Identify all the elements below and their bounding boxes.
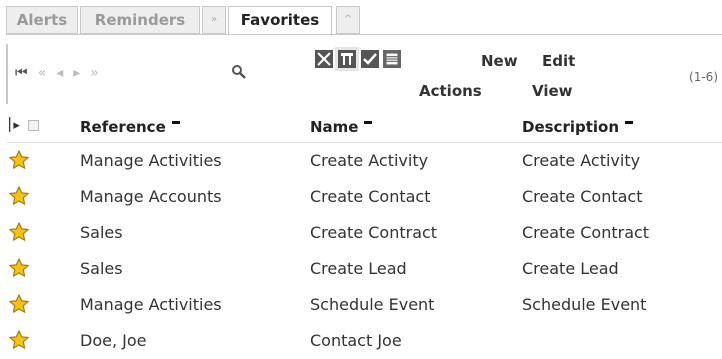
table-row[interactable]: Manage Activities Schedule Event Schedule … <box>6 287 722 323</box>
favorites-grid: ⏐▸ Reference Name Description Manage Act… <box>6 112 722 359</box>
column-header-name[interactable]: Name <box>310 118 373 136</box>
select-all-checkbox[interactable] <box>28 120 39 131</box>
column-header-reference-label: Reference <box>80 118 166 136</box>
new-actions-label-line1: New <box>481 52 518 70</box>
table-row[interactable]: Sales Create Lead Create Lead <box>6 251 722 287</box>
cell-reference[interactable]: Manage Activities <box>80 295 222 314</box>
grid-header: ⏐▸ Reference Name Description <box>6 112 722 143</box>
sort-indicator-icon <box>171 121 180 124</box>
column-header-description-label: Description <box>522 118 620 136</box>
sort-indicator-icon <box>625 121 634 124</box>
toolbar-divider <box>6 44 8 104</box>
tab-favorites[interactable]: Favorites <box>228 6 332 36</box>
previous-page-fast-icon[interactable]: « <box>38 65 48 81</box>
collapse-view-icon[interactable] <box>315 50 333 68</box>
cell-name[interactable]: Contact Joe <box>310 331 402 350</box>
favorite-star-icon[interactable] <box>8 149 30 171</box>
cell-reference[interactable]: Doe, Joe <box>80 331 146 350</box>
cell-description: Schedule Event <box>522 295 647 314</box>
column-view-icon[interactable] <box>335 47 359 71</box>
cell-name[interactable]: Schedule Event <box>310 295 434 314</box>
favorite-star-icon[interactable] <box>8 221 30 243</box>
table-row[interactable]: Sales Create Contract Create Contract <box>6 215 722 251</box>
list-view-icon[interactable] <box>383 50 401 68</box>
cell-description: Create Contact <box>522 187 643 206</box>
cell-name[interactable]: Create Lead <box>310 259 407 278</box>
favorite-star-icon[interactable] <box>8 185 30 207</box>
cell-name[interactable]: Create Contract <box>310 223 437 242</box>
grid-body: Manage Activities Create Activity Create A… <box>6 143 722 359</box>
pager: ⏮ « ◂ ▸ » <box>15 65 109 81</box>
edit-view-label-line2: View <box>532 82 573 100</box>
favorite-star-icon[interactable] <box>8 257 30 279</box>
tab-more-button[interactable]: » <box>202 6 226 34</box>
favorite-star-icon[interactable] <box>8 293 30 315</box>
table-row[interactable]: Manage Activities Create Activity Create A… <box>6 143 722 179</box>
tab-divider <box>6 34 722 35</box>
expand-columns-icon[interactable]: ⏐▸ <box>6 118 20 133</box>
sort-indicator-icon <box>364 121 373 124</box>
column-header-reference[interactable]: Reference <box>80 118 180 136</box>
cell-name[interactable]: Create Activity <box>310 151 428 170</box>
cell-description: Create Activity <box>522 151 641 170</box>
cell-name[interactable]: Create Contact <box>310 187 431 206</box>
search-icon[interactable] <box>231 64 247 80</box>
tab-alerts[interactable]: Alerts <box>6 6 78 34</box>
cell-reference[interactable]: Sales <box>80 259 123 278</box>
cell-reference[interactable]: Manage Accounts <box>80 187 222 206</box>
select-all-icon[interactable] <box>361 50 379 68</box>
next-page-fast-icon[interactable]: » <box>90 65 100 81</box>
favorite-star-icon[interactable] <box>8 329 30 351</box>
cell-description: Create Lead <box>522 259 619 278</box>
next-page-icon[interactable]: ▸ <box>73 65 81 81</box>
table-row[interactable]: Manage Accounts Create Contact Create Cont… <box>6 179 722 215</box>
table-row[interactable]: Doe, Joe Contact Joe <box>6 323 722 359</box>
column-header-description[interactable]: Description <box>522 118 634 136</box>
cell-reference[interactable]: Sales <box>80 223 123 242</box>
collapse-button[interactable]: ^ <box>336 6 360 34</box>
record-count: (1-6) <box>689 70 718 84</box>
tab-reminders[interactable]: Reminders <box>80 6 200 34</box>
new-actions-label-line2: Actions <box>419 82 482 100</box>
first-page-icon[interactable]: ⏮ <box>15 65 29 81</box>
previous-page-icon[interactable]: ◂ <box>56 65 64 81</box>
cell-reference[interactable]: Manage Activities <box>80 151 222 170</box>
cell-description: Create Contract <box>522 223 650 242</box>
toolbar: ⏮ «◂ ▸» New Actions Edit View (1-6) <box>6 40 722 108</box>
column-header-name-label: Name <box>310 118 359 136</box>
edit-view-label-line1: Edit <box>542 52 576 70</box>
